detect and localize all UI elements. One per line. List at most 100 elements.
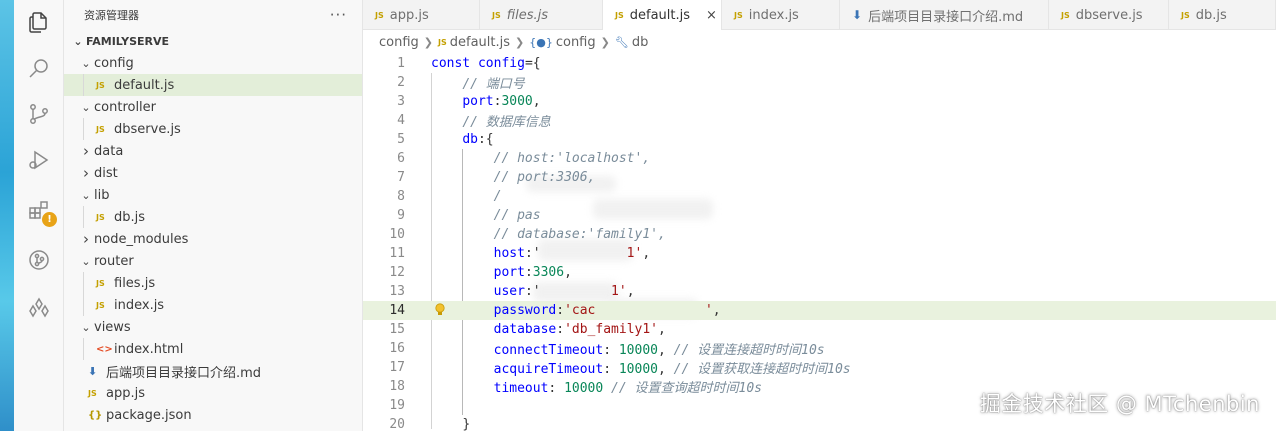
tree-file[interactable]: JS files.js bbox=[64, 272, 362, 294]
code-token: const bbox=[431, 56, 478, 71]
tree-folder[interactable]: ⌄ controller bbox=[64, 96, 362, 118]
tree-file[interactable]: JS db.js bbox=[64, 206, 362, 228]
code-text: // 数据库信息 bbox=[431, 111, 551, 130]
extensions-icon[interactable]: ! bbox=[14, 188, 64, 232]
chevron-down-icon: ⌄ bbox=[81, 320, 91, 334]
js-file-icon: JS bbox=[96, 300, 105, 310]
tree-file[interactable]: JS default.js bbox=[64, 74, 362, 96]
breadcrumb-folder[interactable]: config bbox=[379, 35, 419, 50]
code-line: 1 const config={ bbox=[363, 54, 1276, 73]
code-text: / bbox=[431, 189, 502, 204]
tab-files-js[interactable]: JS files.js bbox=[480, 0, 603, 30]
code-token: // database:'family1', bbox=[493, 227, 666, 242]
tree-file[interactable]: ⬇ 后端项目目录接口介绍.md bbox=[64, 360, 362, 382]
tree-indent-guide bbox=[83, 74, 84, 96]
tree-file[interactable]: <> index.html bbox=[64, 338, 362, 360]
js-file-icon: JS bbox=[734, 10, 743, 20]
tree-folder[interactable]: ⌄ config bbox=[64, 52, 362, 74]
tab-label: dbserve.js bbox=[1075, 7, 1143, 23]
tab-db-js[interactable]: JS db.js bbox=[1169, 0, 1276, 30]
tree-file[interactable]: JS index.js bbox=[64, 294, 362, 316]
sidebar-header: 资源管理器 ··· bbox=[64, 0, 362, 30]
breadcrumb-symbol-config[interactable]: config bbox=[556, 35, 596, 50]
breadcrumb-file[interactable]: default.js bbox=[450, 35, 510, 50]
tab-app-js[interactable]: JS app.js bbox=[363, 0, 480, 30]
desktop-edge bbox=[0, 0, 14, 431]
code-token: db bbox=[462, 132, 478, 147]
code-token: : bbox=[556, 322, 565, 337]
code-token: // 数据库信息 bbox=[462, 115, 551, 130]
code-token: database bbox=[493, 322, 557, 337]
tree-folder[interactable]: ⌄ router bbox=[64, 250, 362, 272]
tab-index-js[interactable]: JS index.js bbox=[722, 0, 840, 30]
json-file-icon: {} bbox=[88, 409, 103, 421]
tree-item-label: 后端项目目录接口介绍.md bbox=[106, 365, 262, 381]
code-text: db:{ bbox=[431, 132, 493, 147]
line-number: 14 bbox=[389, 303, 405, 318]
chevron-right-icon: ❯ bbox=[600, 35, 610, 49]
code-line: 10 // database:'family1', bbox=[363, 225, 1276, 244]
code-text: // pas bbox=[431, 208, 541, 223]
tree-folder[interactable]: ⌄ lib bbox=[64, 184, 362, 206]
chevron-right-icon: ❯ bbox=[515, 35, 525, 49]
sidebar-title: 资源管理器 bbox=[84, 9, 139, 22]
close-tab-icon[interactable]: × bbox=[706, 8, 717, 23]
workspace-section-header[interactable]: ⌄ FAMILYSERVE bbox=[64, 30, 362, 52]
tree-item-label: index.js bbox=[114, 297, 165, 313]
tab-dbserve-js[interactable]: JS dbserve.js bbox=[1049, 0, 1169, 30]
remote-explorer-icon[interactable] bbox=[14, 286, 64, 330]
code-token: port bbox=[462, 94, 494, 109]
code-token: :' bbox=[524, 284, 541, 299]
code-text: // database:'family1', bbox=[431, 227, 666, 242]
tree-file[interactable]: JS dbserve.js bbox=[64, 118, 362, 140]
breadcrumb: config ❯ JS default.js ❯ {●} config ❯ 🔧︎… bbox=[363, 30, 1276, 54]
js-file-icon: JS bbox=[438, 37, 447, 47]
tab-readme-md[interactable]: ⬇ 后端项目目录接口介绍.md bbox=[840, 0, 1049, 30]
run-debug-icon[interactable] bbox=[14, 138, 64, 182]
line-number: 8 bbox=[397, 189, 405, 204]
tree-folder[interactable]: › node_modules bbox=[64, 228, 362, 250]
code-editor[interactable]: 1 const config={2 // 端口号 3 port:3000, 4 // … bbox=[363, 54, 1276, 431]
code-text: database:'db_family1', bbox=[431, 322, 666, 337]
tree-file[interactable]: JS app.js bbox=[64, 382, 362, 404]
code-text: const config={ bbox=[431, 56, 541, 71]
tree-file[interactable]: {} package.json bbox=[64, 404, 362, 426]
code-text: user:' 1', bbox=[431, 284, 635, 299]
js-file-icon: JS bbox=[88, 388, 97, 398]
tree-folder[interactable]: › data bbox=[64, 140, 362, 162]
code-token: // port:3306, bbox=[493, 170, 596, 185]
git-graph-icon[interactable] bbox=[14, 238, 64, 282]
js-file-icon: JS bbox=[96, 278, 105, 288]
breadcrumb-symbol-db[interactable]: db bbox=[632, 35, 649, 50]
code-token: : bbox=[556, 303, 565, 318]
code-token: config bbox=[477, 56, 525, 71]
code-token: , bbox=[642, 246, 651, 261]
explorer-icon[interactable] bbox=[14, 0, 64, 44]
code-token: // 端口号 bbox=[462, 77, 525, 92]
code-token: 3000 bbox=[501, 94, 533, 109]
source-control-icon[interactable] bbox=[14, 92, 64, 136]
object-symbol-icon: {●} bbox=[529, 35, 553, 49]
code-token: 3306 bbox=[532, 265, 565, 280]
tree-folder[interactable]: › dist bbox=[64, 162, 362, 184]
tree-item-label: app.js bbox=[106, 385, 145, 401]
code-token: , bbox=[658, 343, 674, 358]
code-text: // port:3306, bbox=[431, 170, 596, 185]
code-line: 6 // host:'localhost', bbox=[363, 149, 1276, 168]
line-number: 3 bbox=[397, 94, 405, 109]
more-actions-icon[interactable]: ··· bbox=[330, 6, 347, 24]
search-icon[interactable] bbox=[14, 46, 64, 90]
code-token: 10000 bbox=[618, 343, 658, 358]
tab-default-js[interactable]: JS default.js × bbox=[603, 0, 722, 30]
code-token: , bbox=[532, 94, 541, 109]
tree-folder[interactable]: ⌄ views bbox=[64, 316, 362, 338]
code-token: , bbox=[626, 284, 635, 299]
js-file-icon: JS bbox=[492, 10, 501, 20]
code-token: :' bbox=[524, 246, 541, 261]
tab-label: app.js bbox=[389, 7, 429, 23]
